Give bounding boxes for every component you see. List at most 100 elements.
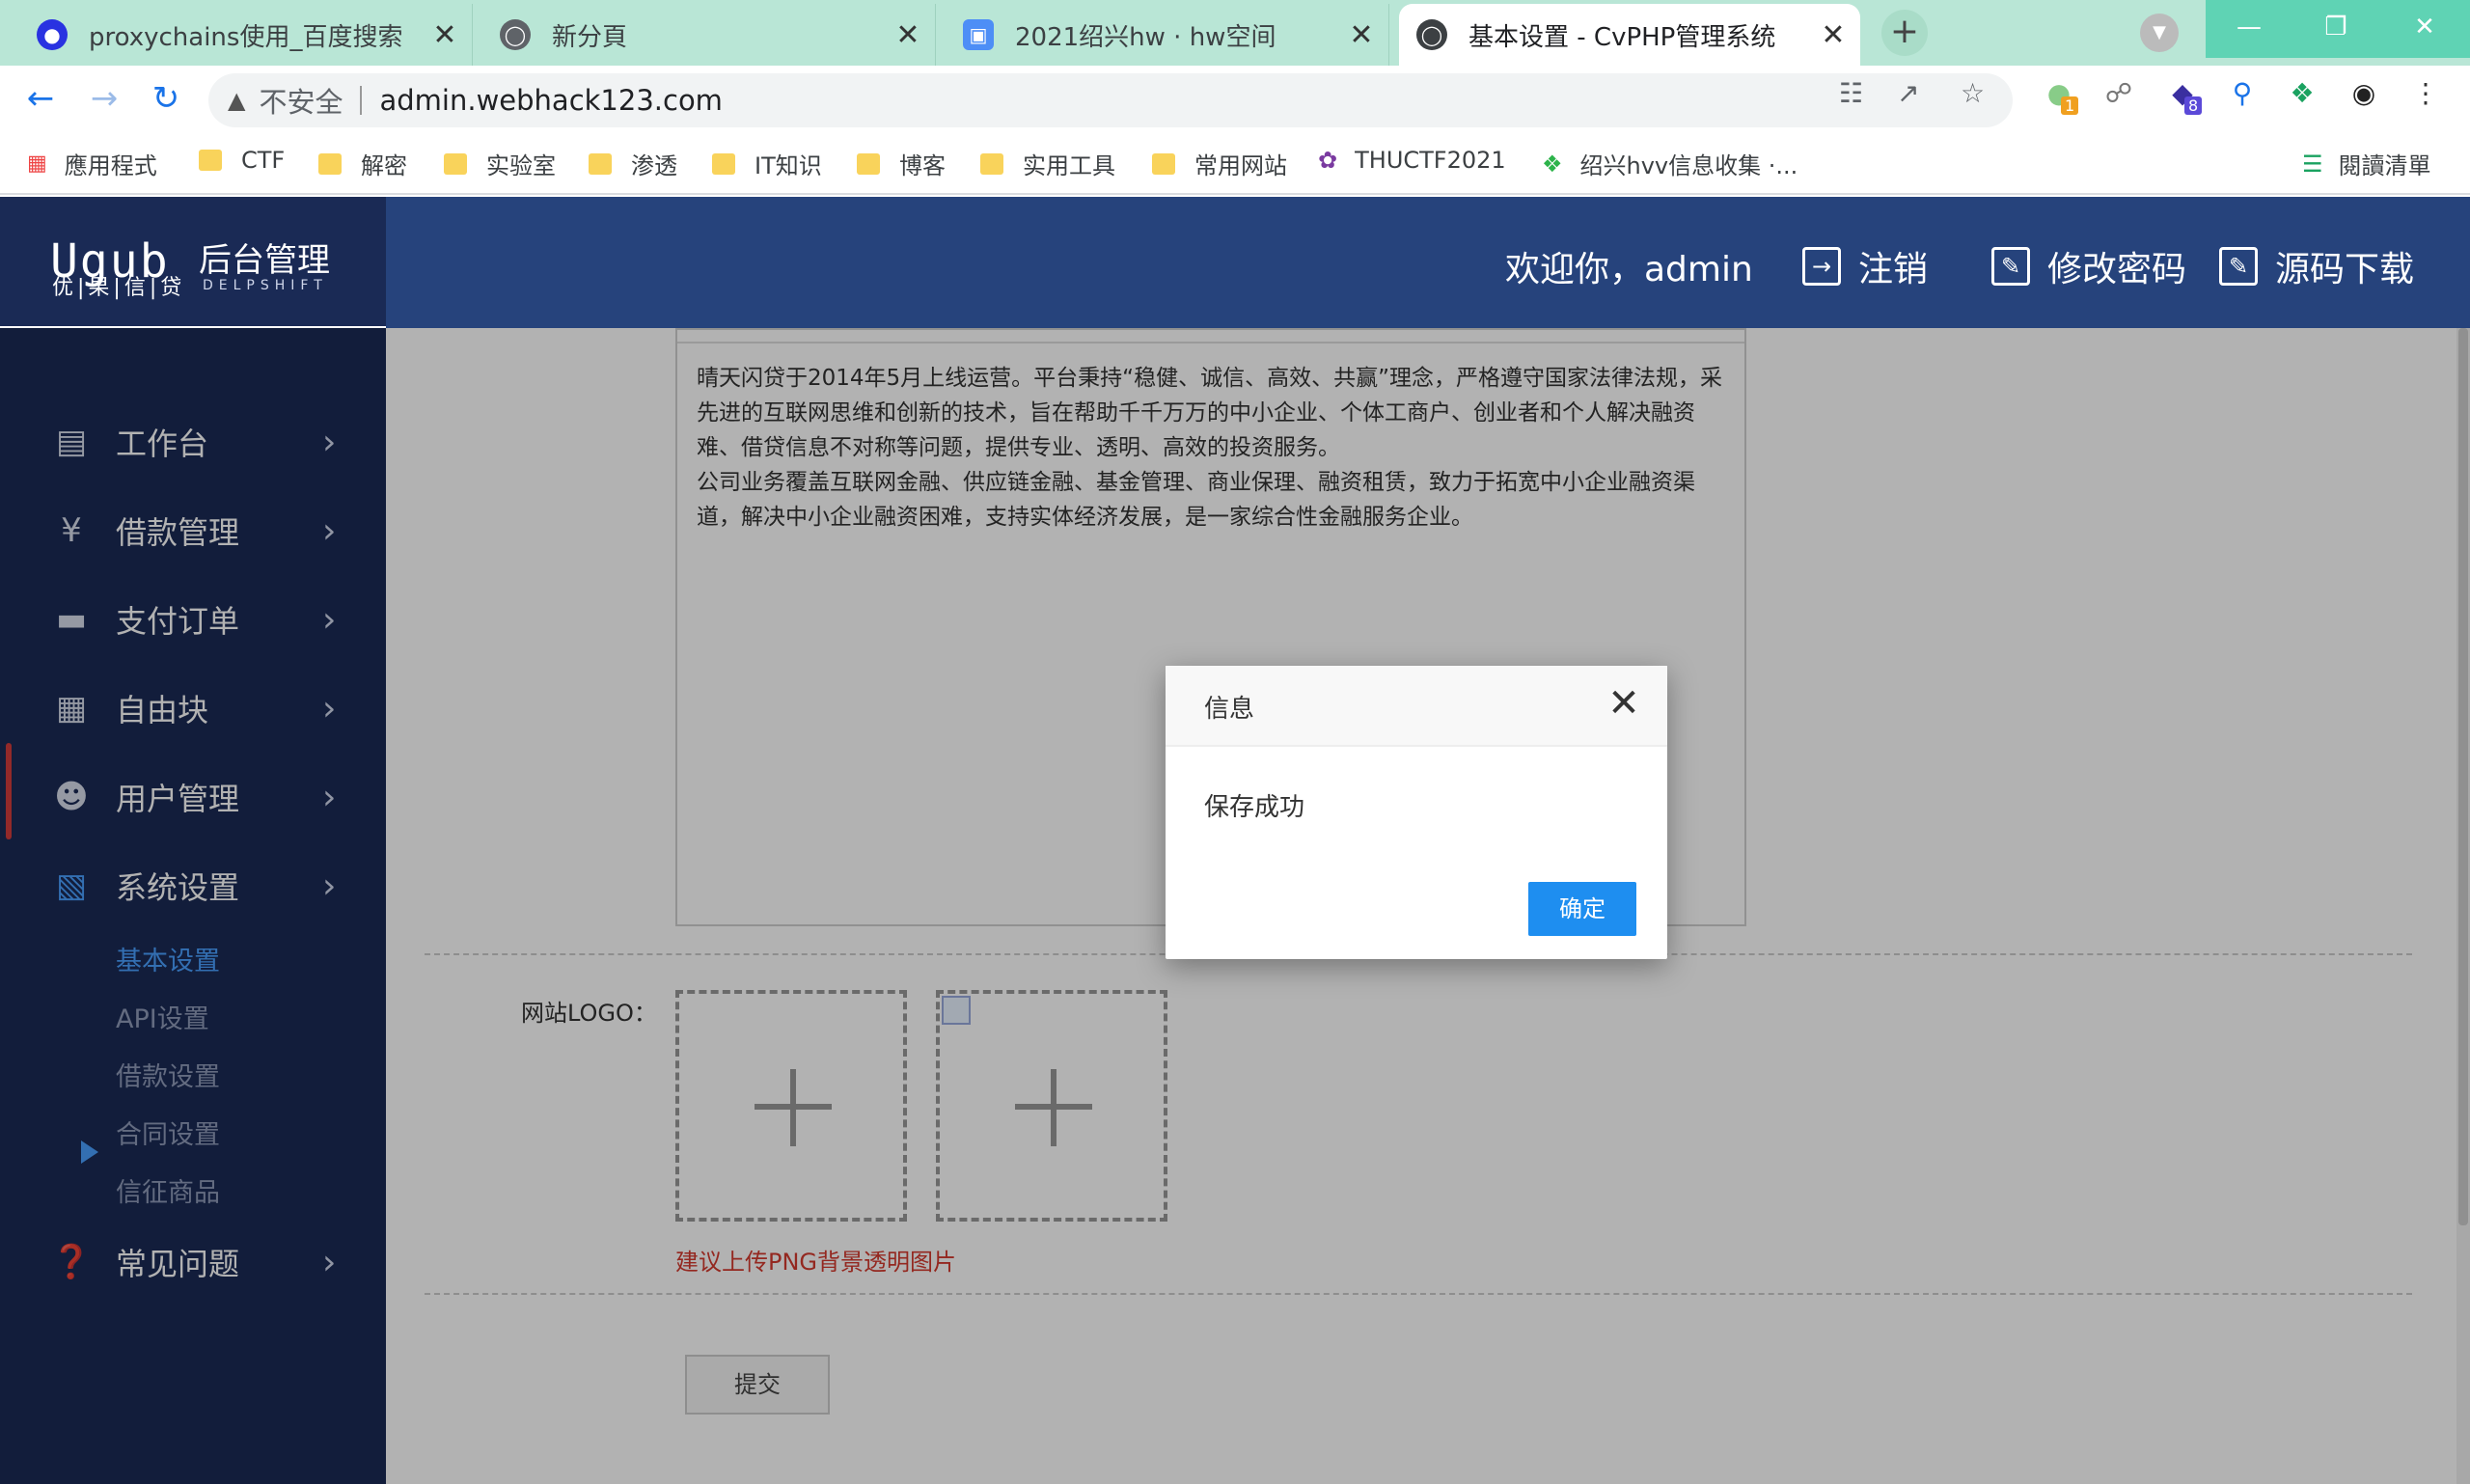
more-menu-icon[interactable]: ⋮ xyxy=(2406,77,2445,116)
submit-button[interactable]: 提交 xyxy=(685,1355,830,1415)
windows-icon: ▧ xyxy=(55,866,88,905)
close-tab-icon[interactable]: ✕ xyxy=(1342,18,1381,52)
reload-icon[interactable]: ↻ xyxy=(145,79,187,118)
address-bar[interactable]: ▲ 不安全 admin.webhack123.com xyxy=(208,73,2013,127)
extension-link-icon[interactable]: ☍ xyxy=(2100,77,2138,116)
extension-pin-icon[interactable]: ⚲ xyxy=(2223,77,2262,116)
bookmark-link[interactable]: ❖ 绍兴hvv信息收集 ·... xyxy=(1542,147,1798,180)
close-tab-icon[interactable]: ✕ xyxy=(425,18,464,52)
sidebar-item-free-blocks[interactable]: ▦ 自由块 › xyxy=(0,670,386,747)
brand-logo[interactable]: Ugub 优|果|信|贷 后台管理 DELPSHIFT xyxy=(0,197,386,328)
sidebar-item-users[interactable]: ☻ 用户管理 › xyxy=(0,758,386,836)
sidebar-item-orders[interactable]: ▬ 支付订单 › xyxy=(0,581,386,658)
tab-title: 新分頁 xyxy=(552,22,628,52)
bookmark-folder[interactable]: 渗透 xyxy=(589,147,677,180)
bookmark-folder[interactable]: 实验室 xyxy=(444,147,556,180)
question-icon: ❓ xyxy=(50,1243,93,1281)
welcome-text: 欢迎你，admin xyxy=(1505,250,1753,289)
sidebar-item-label: 常见问题 xyxy=(116,1246,240,1282)
sidebar-item-system-settings[interactable]: ▧ 系统设置 › xyxy=(0,847,386,924)
folder-icon xyxy=(857,152,880,175)
folder-icon xyxy=(712,152,735,175)
change-password-button[interactable]: ✎ 修改密码 xyxy=(1991,241,2186,291)
browser-tab[interactable]: ▣ 2021绍兴hw · hw空间 ✕ xyxy=(946,4,1389,66)
bookmark-folder[interactable]: CTF xyxy=(199,147,285,174)
tab-search-icon[interactable]: ▼ xyxy=(2140,14,2179,52)
folder-icon xyxy=(444,152,467,175)
logout-icon: → xyxy=(1802,247,1841,286)
close-tab-icon[interactable]: ✕ xyxy=(1814,18,1852,52)
logo-english: DELPSHIFT xyxy=(203,278,328,293)
reading-list[interactable]: ☰ 閱讀清單 xyxy=(2302,147,2431,180)
browser-tab[interactable]: ● proxychains使用_百度搜索 ✕ xyxy=(19,4,473,66)
editor-toolbar[interactable] xyxy=(677,330,1744,344)
extension-cap-icon[interactable]: ◆ 8 xyxy=(2163,77,2203,116)
download-source-button[interactable]: ✎ 源码下载 xyxy=(2219,241,2414,291)
close-window-button[interactable]: ✕ xyxy=(2379,0,2470,58)
globe-icon: ◯ xyxy=(1416,19,1447,50)
sidebar-item-workbench[interactable]: ▤ 工作台 › xyxy=(0,403,386,481)
editor-body[interactable]: 晴天闪贷于2014年5月上线运营。平台秉持“稳健、诚信、高效、共赢”理念，严格遵… xyxy=(677,344,1744,552)
restore-button[interactable]: ❐ xyxy=(2292,0,2379,58)
bookmarks-bar: ▦ 應用程式 CTF 解密 实验室 渗透 IT知识 博客 实用工具 常用网站 ✿ T… xyxy=(0,133,2470,195)
submenu-loan-settings[interactable]: 借款设置 xyxy=(116,1056,220,1093)
security-label[interactable]: 不安全 xyxy=(259,80,343,121)
bookmark-label: THUCTF2021 xyxy=(1355,147,1506,174)
grid-icon: ▦ xyxy=(55,689,88,728)
bookmark-folder[interactable]: 解密 xyxy=(318,147,407,180)
share-icon[interactable]: ↗ xyxy=(1897,77,1919,109)
bookmark-label: 渗透 xyxy=(631,152,677,179)
bookmark-label: 解密 xyxy=(361,152,407,179)
lotus-icon: ✿ xyxy=(1318,147,1338,174)
bookmark-folder[interactable]: IT知识 xyxy=(712,147,822,180)
chevron-right-icon: › xyxy=(322,599,337,640)
browser-tab[interactable]: ◯ 新分頁 ✕ xyxy=(482,4,936,66)
bookmark-star-icon[interactable]: ☆ xyxy=(1961,77,1985,109)
sidebar-item-label: 支付订单 xyxy=(116,603,240,640)
bookmark-label: IT知识 xyxy=(755,152,822,179)
rich-text-editor[interactable]: 晴天闪贷于2014年5月上线运营。平台秉持“稳健、诚信、高效、共赢”理念，严格遵… xyxy=(675,328,1746,926)
back-icon[interactable]: ← xyxy=(19,79,62,118)
page-scrollbar[interactable] xyxy=(2456,328,2470,1484)
submenu-contract-settings[interactable]: 合同设置 xyxy=(116,1113,220,1151)
logo-upload-box[interactable] xyxy=(675,990,907,1222)
profile-avatar[interactable]: ◉ xyxy=(2345,77,2383,116)
close-tab-icon[interactable]: ✕ xyxy=(889,18,927,52)
folder-icon xyxy=(589,152,612,175)
monitor-icon: ▤ xyxy=(55,423,88,461)
bookmark-link[interactable]: ✿ THUCTF2021 xyxy=(1318,147,1506,174)
logout-button[interactable]: → 注销 xyxy=(1802,241,1928,291)
download-label: 源码下载 xyxy=(2275,250,2415,289)
minimize-button[interactable]: — xyxy=(2206,0,2292,58)
new-tab-button[interactable]: + xyxy=(1881,10,1928,56)
folder-icon xyxy=(980,152,1003,175)
chevron-right-icon: › xyxy=(322,510,337,551)
chevron-right-icon: › xyxy=(322,777,337,817)
submenu-basic-settings[interactable]: 基本设置 xyxy=(116,940,220,977)
tab-title: 2021绍兴hw · hw空间 xyxy=(1015,22,1276,52)
top-header: 欢迎你，admin → 注销 ✎ 修改密码 ✎ 源码下载 xyxy=(386,197,2470,328)
extension-green-icon[interactable]: ● 1 xyxy=(2040,77,2079,116)
url-text[interactable]: admin.webhack123.com xyxy=(379,84,722,117)
editor-paragraph: 公司业务覆盖互联网金融、供应链金融、基金管理、商业保理、融资租赁，致力于拓宽中小… xyxy=(697,470,1695,530)
bookmark-folder[interactable]: 常用网站 xyxy=(1152,147,1287,180)
extensions-puzzle-icon[interactable]: ❖ xyxy=(2283,77,2321,116)
browser-tab-active[interactable]: ◯ 基本设置 - CvPHP管理系统 ✕ xyxy=(1399,4,1860,66)
forward-icon[interactable]: → xyxy=(83,79,125,118)
sidebar-item-label: 工作台 xyxy=(116,426,209,462)
bookmark-folder[interactable]: 实用工具 xyxy=(980,147,1115,180)
sidebar-item-faq[interactable]: ❓ 常见问题 › xyxy=(0,1223,386,1301)
divider xyxy=(425,953,2412,955)
apps-grid-icon: ▦ xyxy=(27,151,47,176)
extension-badge: 8 xyxy=(2184,96,2203,115)
bookmark-apps[interactable]: ▦ 應用程式 xyxy=(27,147,157,180)
scrollbar-thumb[interactable] xyxy=(2458,328,2468,1225)
edit-icon: ✎ xyxy=(1991,247,2030,286)
sidebar-item-loans[interactable]: ¥ 借款管理 › xyxy=(0,492,386,569)
submenu-credit-products[interactable]: 信征商品 xyxy=(116,1171,220,1209)
leaf-icon: ❖ xyxy=(1542,150,1563,178)
bookmark-folder[interactable]: 博客 xyxy=(857,147,946,180)
translate-icon[interactable]: ☷ xyxy=(1839,77,1863,109)
submenu-api-settings[interactable]: API设置 xyxy=(116,998,209,1035)
logo-upload-box[interactable] xyxy=(936,990,1167,1222)
